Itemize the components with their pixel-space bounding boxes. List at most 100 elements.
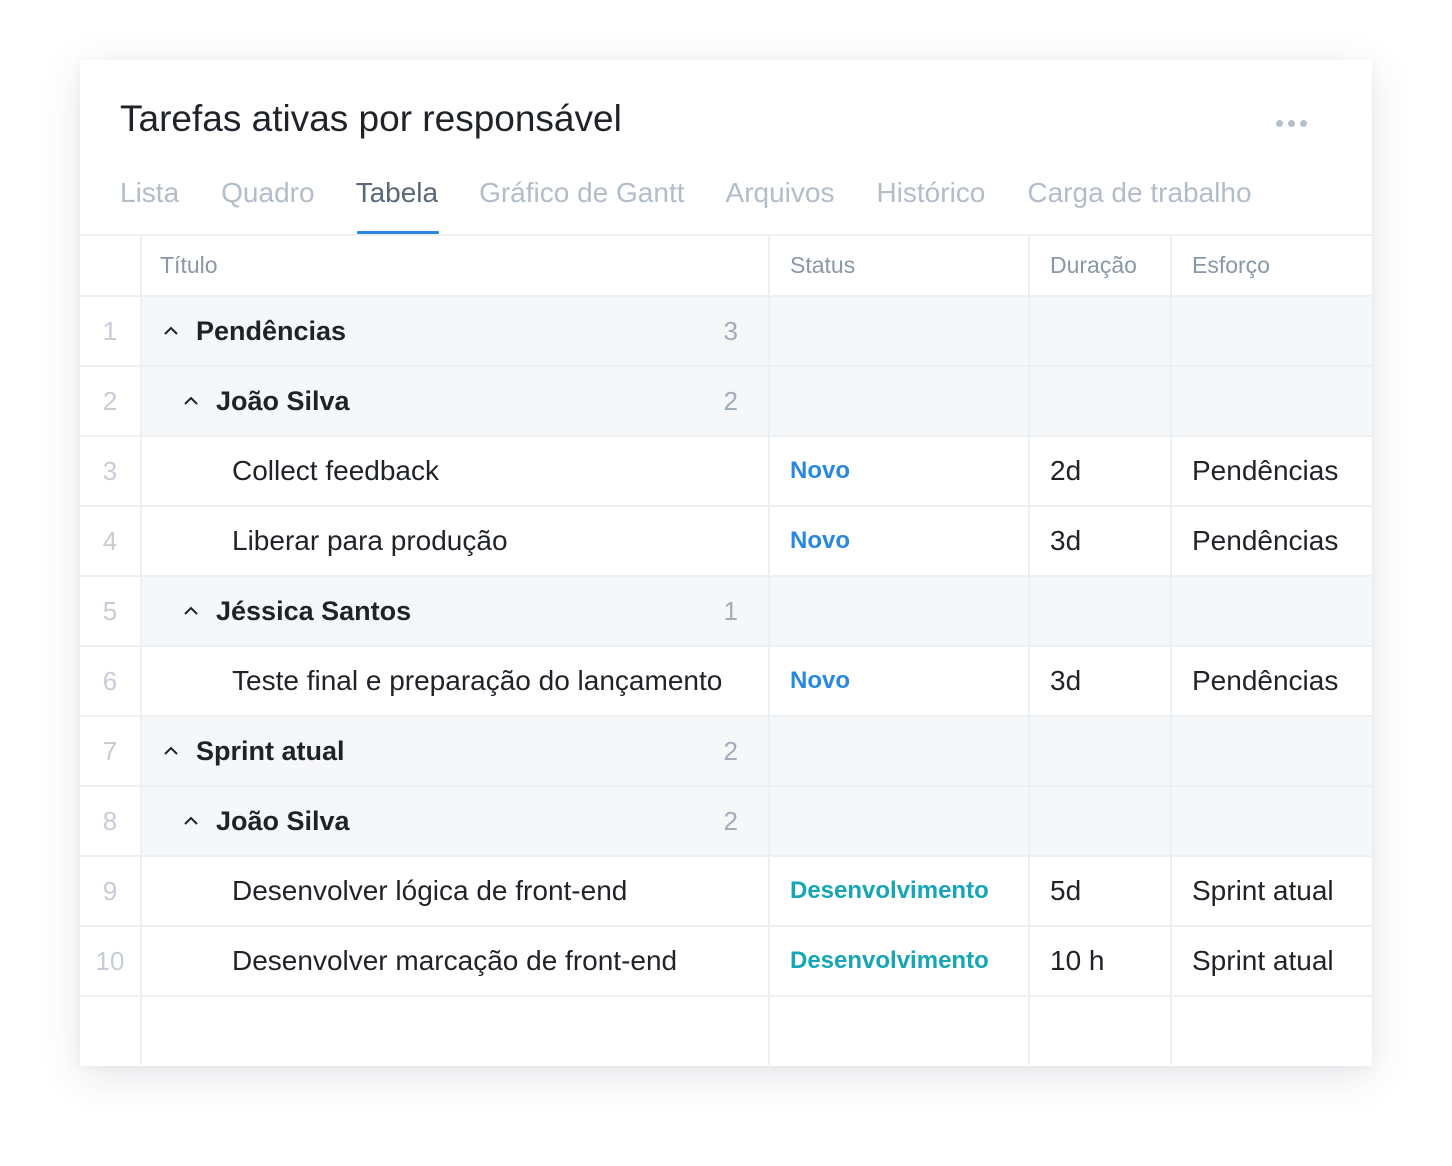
table-header-row: Título Status Duração Esforço <box>80 236 1372 297</box>
task-title-cell[interactable] <box>142 997 770 1065</box>
status-cell[interactable]: Novo <box>770 507 1030 575</box>
status-cell <box>770 297 1030 365</box>
effort-cell <box>1172 577 1372 645</box>
column-header-title[interactable]: Título <box>142 236 770 295</box>
tab-tabela[interactable]: Tabela <box>356 172 439 234</box>
more-options-icon[interactable] <box>1276 116 1316 130</box>
duration-cell[interactable]: 10 h <box>1030 927 1172 995</box>
effort-cell[interactable]: Sprint atual <box>1172 857 1372 925</box>
task-title: Liberar para produção <box>232 525 508 556</box>
tab-grafico-de-gantt[interactable]: Gráfico de Gantt <box>479 172 684 234</box>
row-number: 1 <box>80 297 142 365</box>
task-table: Título Status Duração Esforço 1 Pendênci… <box>80 234 1372 1065</box>
group-count: 2 <box>723 735 738 766</box>
status-label: Desenvolvimento <box>790 877 989 904</box>
status-cell <box>770 367 1030 435</box>
group-name: Sprint atual <box>196 735 345 766</box>
task-row[interactable]: 6 Teste final e preparação do lançamento… <box>80 647 1372 717</box>
group-row[interactable]: 2 João Silva 2 <box>80 367 1372 437</box>
status-label: Novo <box>790 667 850 694</box>
chevron-up-icon[interactable] <box>160 320 182 342</box>
group-count: 2 <box>723 385 738 416</box>
status-cell <box>770 577 1030 645</box>
row-number-header <box>80 236 142 295</box>
tab-historico[interactable]: Histórico <box>876 172 985 234</box>
more-dot <box>1300 119 1307 127</box>
more-dot <box>1288 119 1295 127</box>
duration-cell <box>1030 787 1172 855</box>
column-header-effort[interactable]: Esforço <box>1172 236 1372 295</box>
more-dot <box>1276 119 1283 127</box>
duration-cell <box>1030 297 1172 365</box>
task-row[interactable]: 4 Liberar para produção Novo 3d Pendênci… <box>80 507 1372 577</box>
row-number: 7 <box>80 717 142 785</box>
task-row[interactable]: 9 Desenvolver lógica de front-end Desenv… <box>80 857 1372 927</box>
table-view-card: Tarefas ativas por responsável Lista Qua… <box>80 60 1372 1066</box>
tab-carga-de-trabalho[interactable]: Carga de trabalho <box>1027 172 1251 234</box>
status-cell <box>770 787 1030 855</box>
empty-row[interactable] <box>80 997 1372 1065</box>
column-header-duration[interactable]: Duração <box>1030 236 1172 295</box>
status-cell[interactable]: Novo <box>770 437 1030 505</box>
effort-cell <box>1172 717 1372 785</box>
status-cell <box>770 717 1030 785</box>
effort-cell[interactable]: Pendências <box>1172 507 1372 575</box>
status-label: Novo <box>790 457 850 484</box>
effort-cell <box>1172 297 1372 365</box>
chevron-up-icon[interactable] <box>180 390 202 412</box>
effort-cell <box>1172 367 1372 435</box>
status-cell[interactable]: Novo <box>770 647 1030 715</box>
task-title-cell[interactable]: Teste final e preparação do lançamento <box>142 647 770 715</box>
chevron-up-icon[interactable] <box>180 600 202 622</box>
task-title-cell[interactable]: Collect feedback <box>142 437 770 505</box>
chevron-up-icon[interactable] <box>160 740 182 762</box>
group-count: 1 <box>723 595 738 626</box>
tab-lista[interactable]: Lista <box>120 172 179 234</box>
task-title-cell[interactable]: Desenvolver marcação de front-end <box>142 927 770 995</box>
duration-cell[interactable] <box>1030 997 1172 1065</box>
status-cell[interactable] <box>770 997 1030 1065</box>
duration-cell[interactable]: 2d <box>1030 437 1172 505</box>
tab-quadro[interactable]: Quadro <box>221 172 314 234</box>
group-name: Pendências <box>196 315 347 346</box>
tab-arquivos[interactable]: Arquivos <box>726 172 835 234</box>
row-number: 9 <box>80 857 142 925</box>
group-count: 3 <box>723 315 738 346</box>
task-row[interactable]: 10 Desenvolver marcação de front-end Des… <box>80 927 1372 997</box>
page-title: Tarefas ativas por responsável <box>120 98 622 139</box>
status-cell[interactable]: Desenvolvimento <box>770 857 1030 925</box>
effort-cell[interactable]: Pendências <box>1172 437 1372 505</box>
group-row[interactable]: 1 Pendências 3 <box>80 297 1372 367</box>
status-label: Novo <box>790 527 850 554</box>
task-title-cell[interactable]: Desenvolver lógica de front-end <box>142 857 770 925</box>
group-name: João Silva <box>216 385 350 416</box>
duration-cell <box>1030 717 1172 785</box>
task-row[interactable]: 3 Collect feedback Novo 2d Pendências <box>80 437 1372 507</box>
task-title-cell[interactable]: Liberar para produção <box>142 507 770 575</box>
row-number: 2 <box>80 367 142 435</box>
task-title: Desenvolver lógica de front-end <box>232 875 628 906</box>
duration-cell[interactable]: 3d <box>1030 507 1172 575</box>
duration-cell[interactable]: 3d <box>1030 647 1172 715</box>
row-number: 4 <box>80 507 142 575</box>
column-header-status[interactable]: Status <box>770 236 1030 295</box>
duration-cell <box>1030 367 1172 435</box>
effort-cell[interactable]: Sprint atual <box>1172 927 1372 995</box>
row-number: 6 <box>80 647 142 715</box>
row-number: 3 <box>80 437 142 505</box>
group-row[interactable]: 7 Sprint atual 2 <box>80 717 1372 787</box>
effort-cell[interactable]: Pendências <box>1172 647 1372 715</box>
task-title: Desenvolver marcação de front-end <box>232 945 678 976</box>
group-row[interactable]: 8 João Silva 2 <box>80 787 1372 857</box>
status-cell[interactable]: Desenvolvimento <box>770 927 1030 995</box>
chevron-up-icon[interactable] <box>180 810 202 832</box>
row-number: 8 <box>80 787 142 855</box>
duration-cell[interactable]: 5d <box>1030 857 1172 925</box>
group-title-cell: João Silva 2 <box>142 787 770 855</box>
view-tabs: Lista Quadro Tabela Gráfico de Gantt Arq… <box>120 172 1252 234</box>
status-label: Desenvolvimento <box>790 947 989 974</box>
group-row[interactable]: 5 Jéssica Santos 1 <box>80 577 1372 647</box>
group-title-cell: João Silva 2 <box>142 367 770 435</box>
group-title-cell: Pendências 3 <box>142 297 770 365</box>
effort-cell[interactable] <box>1172 997 1372 1065</box>
